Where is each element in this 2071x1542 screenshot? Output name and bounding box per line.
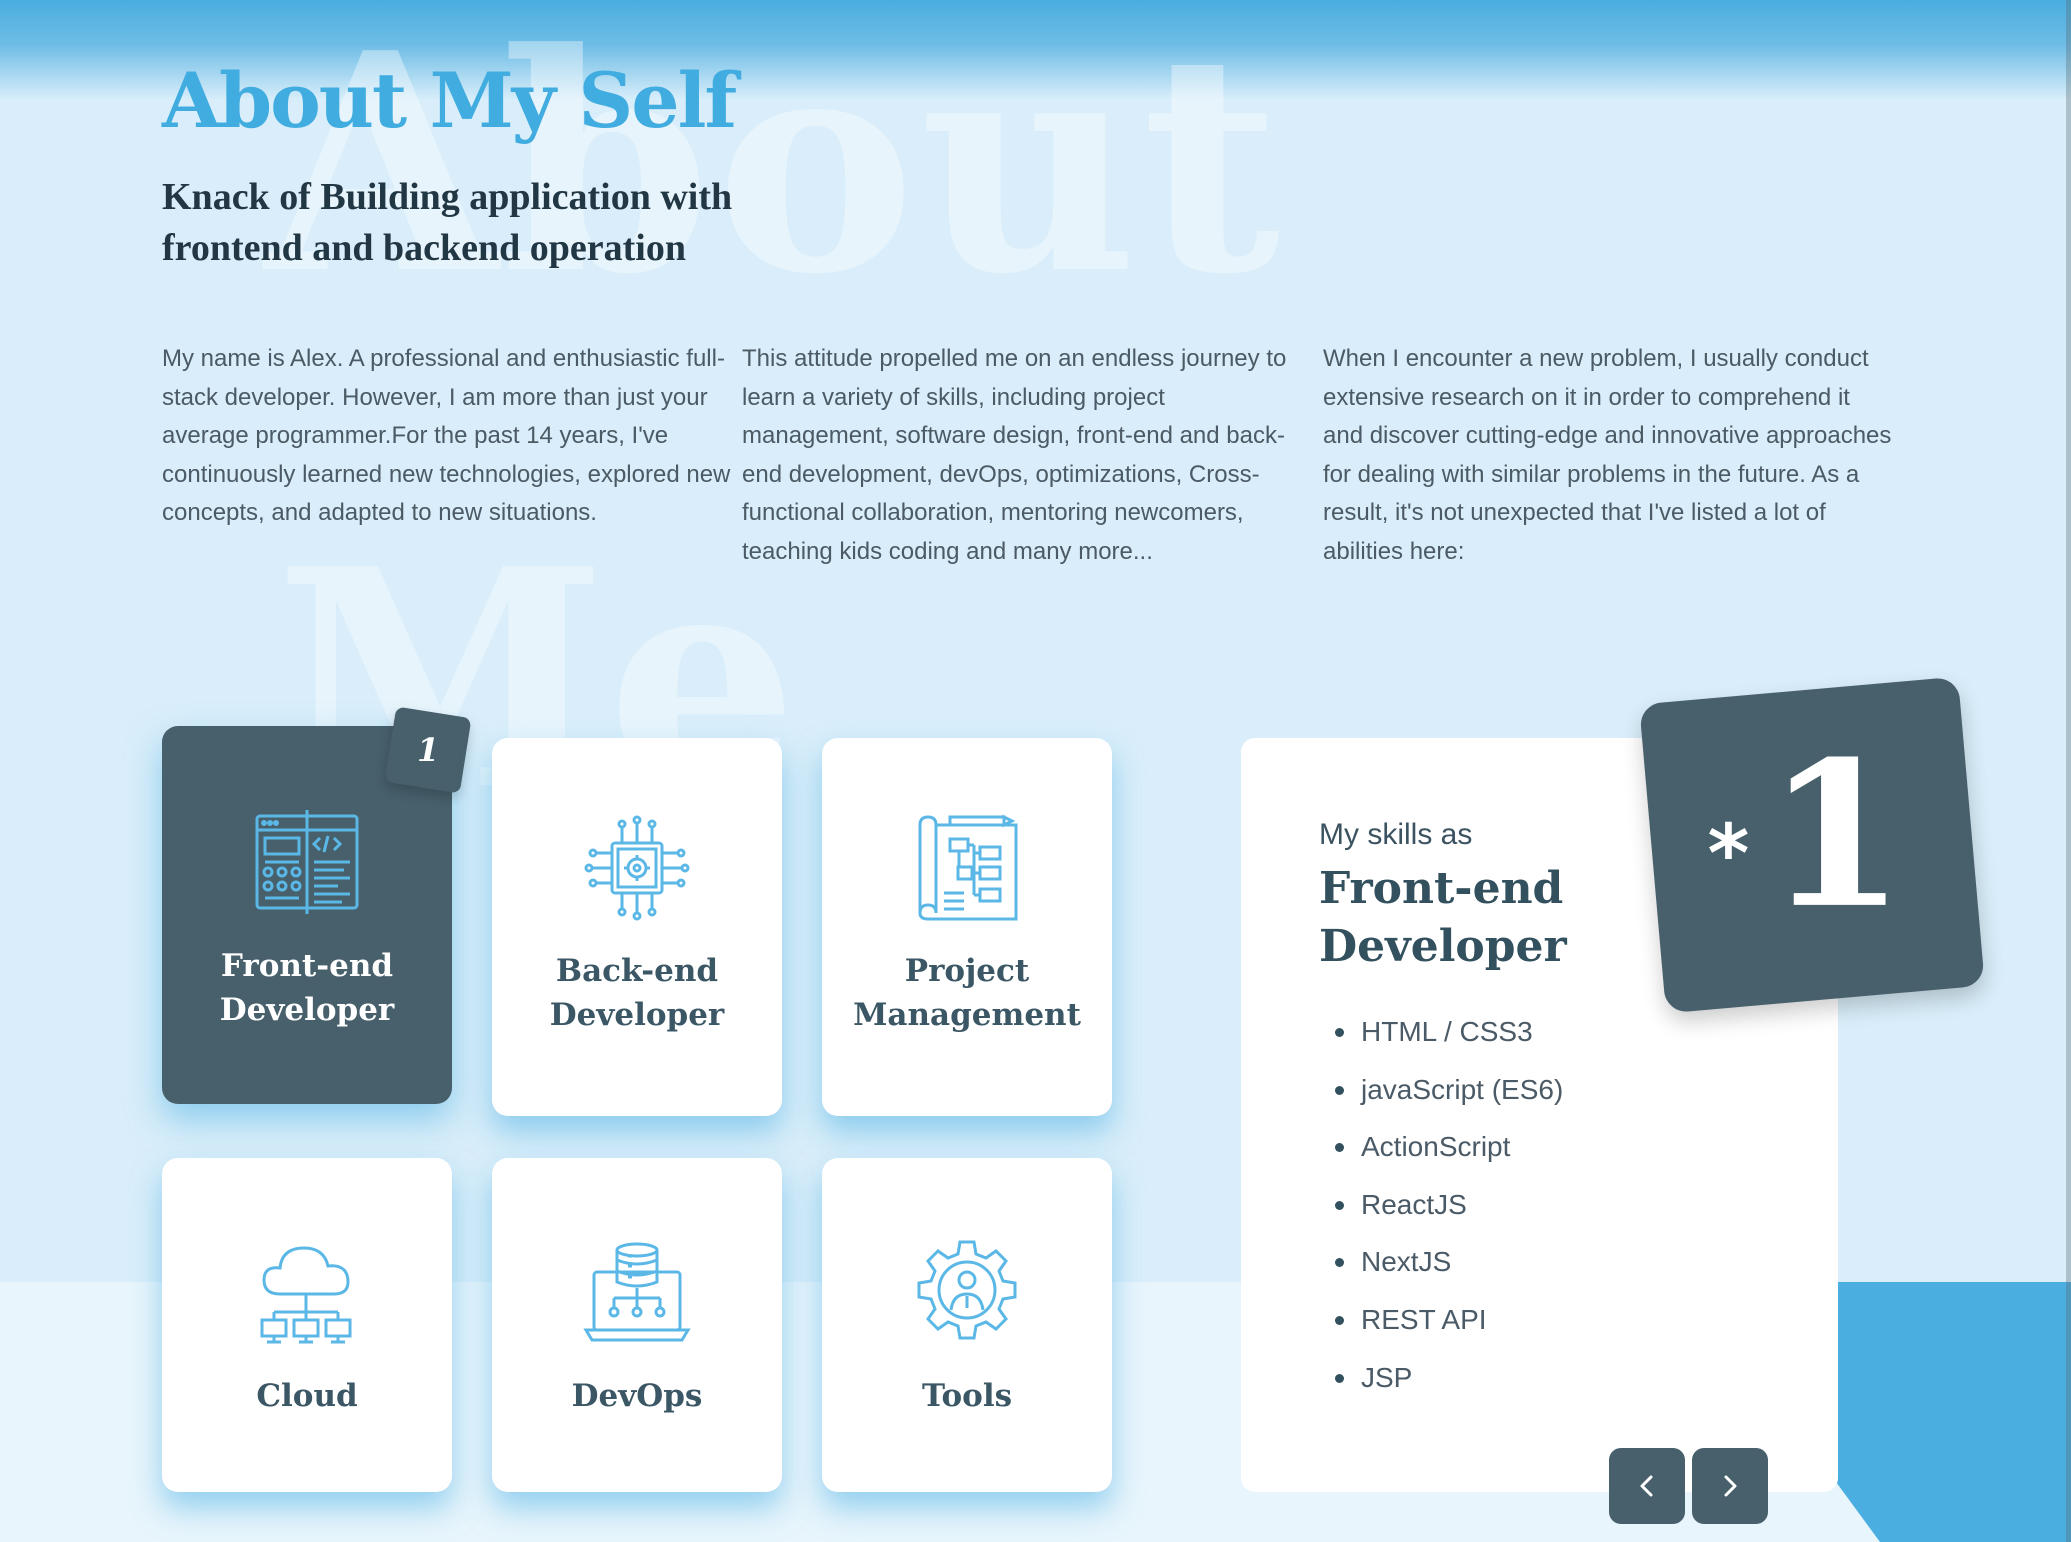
skill-item: HTML / CSS3: [1334, 1003, 1563, 1061]
chevron-left-icon: [1640, 1475, 1653, 1497]
intro-paragraph-1: My name is Alex. A professional and enth…: [162, 345, 731, 526]
skills-list: HTML / CSS3 javaScript (ES6) ActionScrip…: [1334, 1003, 1563, 1407]
database-laptop-icon: [583, 1242, 691, 1342]
page-subtitle: Knack of Building application with front…: [162, 176, 733, 269]
skill-card-label: Back-end Developer: [549, 953, 725, 1033]
skill-item: JSP: [1334, 1349, 1563, 1407]
skill-card-label: Tools: [921, 1378, 1013, 1414]
intro-paragraph-3: When I encounter a new problem, I usuall…: [1323, 345, 1892, 565]
badge-star: *: [1707, 807, 1750, 901]
previous-button[interactable]: [1609, 1448, 1685, 1524]
active-card-badge: 1: [384, 706, 472, 794]
skill-item: ReactJS: [1334, 1176, 1563, 1234]
detail-heading: Front-end Developer: [1319, 863, 1567, 972]
active-card-badge-number: 1: [416, 730, 440, 769]
detail-number-badge: * 1: [1639, 676, 1985, 1014]
browser-code-icon: [255, 810, 359, 914]
skill-card-back-end[interactable]: Back-end Developer: [492, 738, 782, 1116]
next-button[interactable]: [1692, 1448, 1768, 1524]
page-title: About My Self: [162, 56, 737, 145]
skill-card-label: DevOps: [571, 1378, 703, 1414]
chip-gear-icon: [584, 815, 690, 921]
skill-card-label: Cloud: [256, 1378, 358, 1414]
skill-item: javaScript (ES6): [1334, 1061, 1563, 1119]
skill-card-label: Front-end Developer: [219, 948, 395, 1028]
corner-accent-shape: [1836, 1282, 2071, 1542]
window-edge: [2066, 0, 2071, 1542]
skill-item: NextJS: [1334, 1233, 1563, 1291]
badge-number: 1: [1766, 717, 1906, 953]
skill-item: REST API: [1334, 1291, 1563, 1349]
skill-card-cloud[interactable]: Cloud: [162, 1158, 452, 1492]
detail-kicker: My skills as: [1319, 818, 1473, 851]
skill-card-devops[interactable]: DevOps: [492, 1158, 782, 1492]
intro-paragraph-2: This attitude propelled me on an endless…: [742, 345, 1287, 565]
blueprint-flowchart-icon: [918, 814, 1018, 921]
chevron-right-icon: [1724, 1475, 1737, 1497]
skill-card-label: Project Management: [853, 953, 1081, 1033]
cloud-network-icon: [260, 1246, 352, 1344]
skill-card-tools[interactable]: Tools: [822, 1158, 1112, 1492]
skill-item: ActionScript: [1334, 1118, 1563, 1176]
gear-user-icon: [917, 1240, 1017, 1340]
skill-card-project-management[interactable]: Project Management: [822, 738, 1112, 1116]
